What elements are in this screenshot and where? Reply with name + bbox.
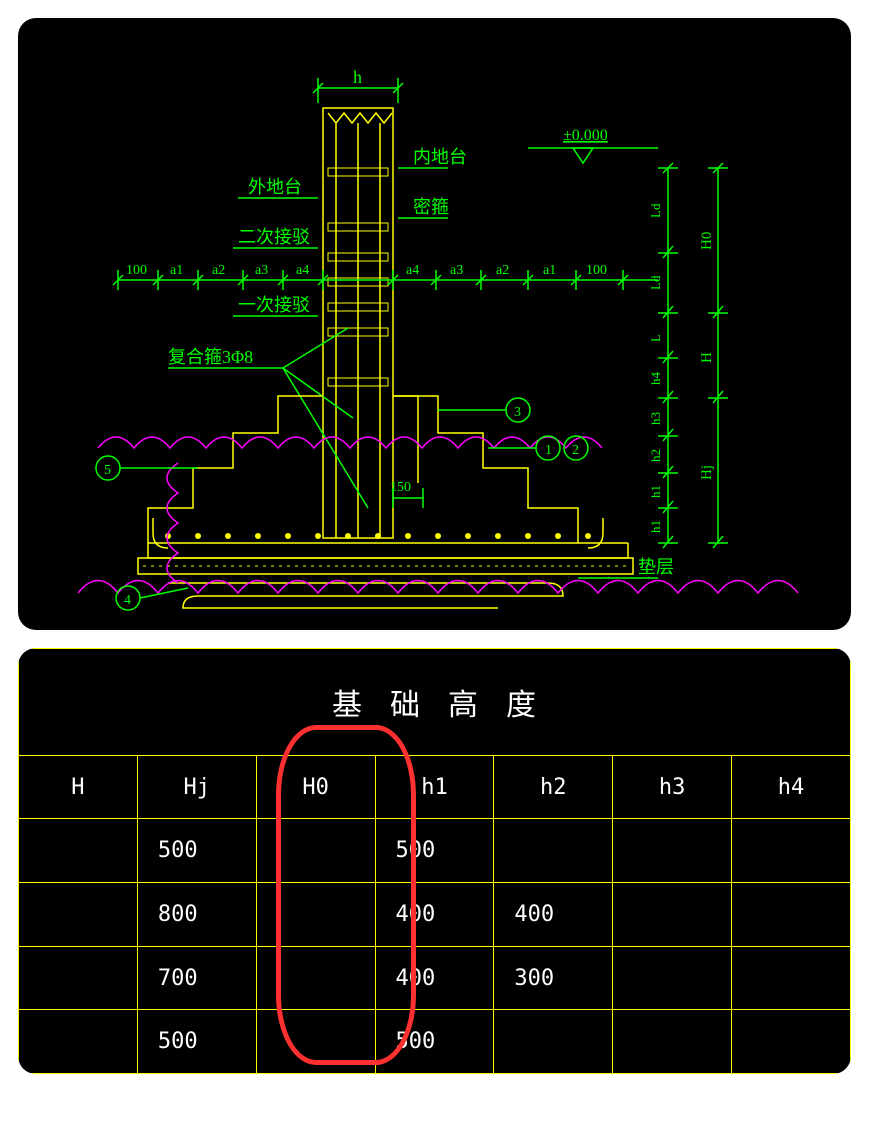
svg-text:5: 5: [104, 463, 111, 478]
table-title: 基础高度: [19, 649, 851, 756]
svg-text:3: 3: [514, 405, 521, 420]
table-header-row: H Hj H0 h1 h2 h3 h4: [19, 755, 851, 819]
svg-text:Ld: Ld: [648, 203, 663, 218]
foundation-height-table-panel: 基础高度 H Hj H0 h1 h2 h3 h4 500 500 800 400…: [18, 648, 851, 1074]
svg-text:4: 4: [124, 593, 131, 608]
callout-bubbles: 3 1 2 5 4: [96, 398, 588, 610]
svg-text:H: H: [699, 352, 715, 363]
svg-text:Ld: Ld: [648, 275, 663, 290]
svg-text:150: 150: [390, 480, 411, 495]
svg-text:100: 100: [586, 263, 607, 278]
second-splice-label: 二次接驳: [238, 227, 310, 247]
first-splice-label: 一次接驳: [238, 295, 310, 315]
svg-text:a1: a1: [170, 263, 183, 278]
svg-text:h2: h2: [648, 449, 663, 462]
svg-text:a3: a3: [255, 263, 268, 278]
svg-text:复合箍3Φ8: 复合箍3Φ8: [168, 347, 253, 367]
col-H: H: [19, 755, 138, 819]
svg-text:a4: a4: [296, 263, 309, 278]
outer-platform-label: 外地台: [248, 177, 302, 197]
col-h3: h3: [613, 755, 732, 819]
footing-bars: [165, 533, 591, 539]
bedding-layer: 垫层: [138, 557, 674, 578]
svg-text:h4: h4: [648, 372, 663, 386]
svg-text:h1: h1: [648, 485, 663, 498]
col-h2: h2: [494, 755, 613, 819]
svg-text:a2: a2: [496, 263, 509, 278]
right-vertical-dims: Ld Ld L h4 h3 h2 h1 h1 H0 H Hj: [648, 163, 728, 548]
svg-text:100: 100: [126, 263, 147, 278]
svg-text:1: 1: [545, 443, 552, 458]
svg-text:Hj: Hj: [699, 465, 715, 480]
col-H0: H0: [256, 755, 375, 819]
svg-text:a4: a4: [406, 263, 419, 278]
col-Hj: Hj: [137, 755, 256, 819]
stepped-footing: [148, 396, 628, 558]
col-h1: h1: [375, 755, 494, 819]
foundation-height-table: 基础高度 H Hj H0 h1 h2 h3 h4 500 500 800 400…: [18, 648, 851, 1074]
svg-text:L: L: [648, 334, 663, 342]
table-row: 500 500: [19, 819, 851, 883]
dense-stirrup-label: 密箍: [413, 197, 449, 217]
svg-text:h1: h1: [648, 520, 663, 533]
composite-stirrup-note: 复合箍3Φ8: [168, 328, 368, 508]
inner-platform-label: 内地台: [413, 147, 467, 167]
wall-body: [323, 108, 393, 538]
table-row: 800 400 400: [19, 883, 851, 947]
table-title-row: 基础高度: [19, 649, 851, 756]
top-dim-h: h: [313, 67, 403, 103]
drawing-svg: h ±0.000 内地台 外地台 密箍 二次接驳: [18, 18, 851, 630]
svg-text:2: 2: [572, 443, 579, 458]
svg-text:a1: a1: [543, 263, 556, 278]
top-dim-label: h: [353, 67, 362, 87]
svg-text:垫层: 垫层: [638, 557, 674, 577]
datum-label: ±0.000: [563, 127, 608, 144]
col-h4: h4: [732, 755, 851, 819]
table-row: 500 500: [19, 1010, 851, 1074]
revision-clouds: [78, 437, 798, 593]
wall-bottom-dim: 150: [390, 480, 423, 508]
svg-text:a3: a3: [450, 263, 463, 278]
foundation-section-drawing: h ±0.000 内地台 外地台 密箍 二次接驳: [18, 18, 851, 630]
datum-level: ±0.000: [528, 127, 658, 163]
svg-text:h3: h3: [648, 412, 663, 425]
svg-text:a2: a2: [212, 263, 225, 278]
svg-text:H0: H0: [699, 232, 715, 250]
table-row: 700 400 300: [19, 946, 851, 1010]
